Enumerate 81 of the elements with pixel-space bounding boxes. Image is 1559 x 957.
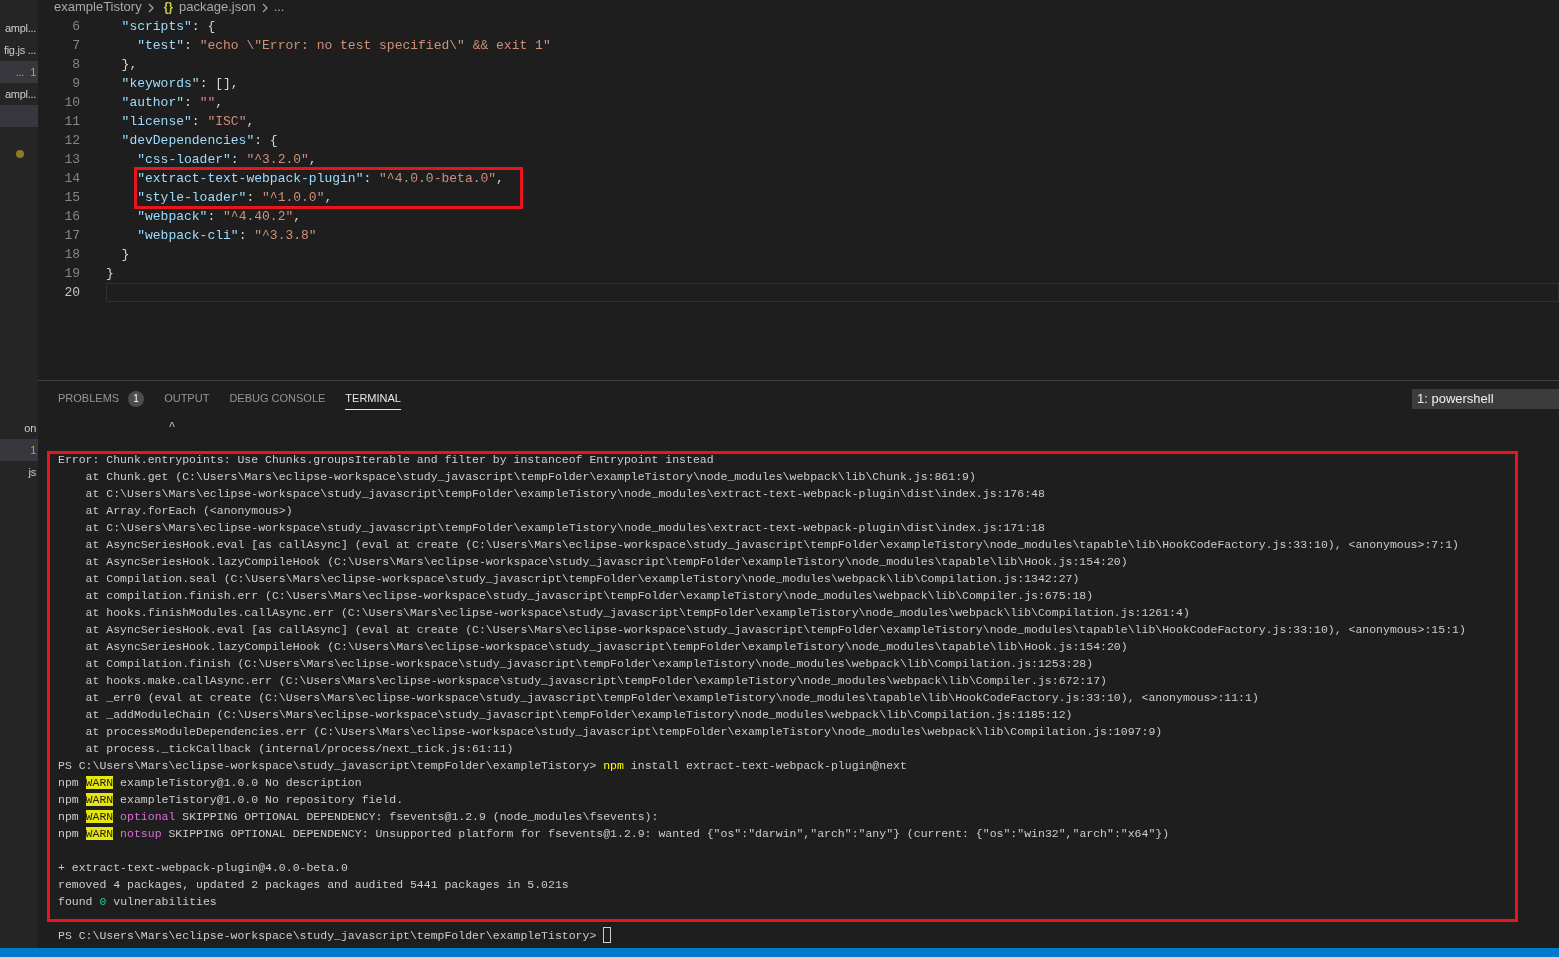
terminal-line: npm WARN notsup SKIPPING OPTIONAL DEPENDENCY: Unsupported platform for fsevents@1.2.9: wanted {"os":"darwin","arch":"any"} (current: {"os":"win32","arch":"x64"}): [58, 826, 1170, 842]
code-line: "test": "echo \"Error: no test specified\" && exit 1": [136, 37, 551, 55]
terminal-line: at hooks.make.callAsync.err (C:\Users\Mars\eclipse-workspace\study_javascript\tempFolder\exampleTistory\node_modules\webpack\lib\Compiler.js:672:17): [84, 673, 1107, 689]
terminal-line: npm WARN exampleTistory@1.0.0 No repository field.: [58, 792, 404, 808]
terminal-cursor: [603, 927, 612, 943]
breadcrumb-item[interactable]: exampleTistory: [54, 0, 142, 14]
line-number: 13: [63, 151, 80, 169]
terminal-line: found 0 vulnerabilities: [58, 894, 217, 910]
panel-tab[interactable]: DEBUG CONSOLE: [229, 388, 326, 410]
code-line: "license": "ISC",: [120, 113, 255, 131]
terminal-line: at hooks.finishModules.callAsync.err (C:\Users\Mars\eclipse-workspace\study_javascript\tempFolder\exampleTistory\node_modules\webpack\lib\Compilation.js:1261:4): [84, 605, 1190, 621]
line-number: 7: [71, 37, 80, 55]
code-line: "style-loader": "^1.0.0",: [136, 189, 333, 207]
line-number: 15: [63, 189, 80, 207]
code-line: "css-loader": "^3.2.0",: [136, 151, 317, 169]
line-number: 9: [71, 75, 80, 93]
chevron-right-icon: [261, 3, 268, 13]
line-number: 12: [63, 132, 80, 150]
line-number: 14: [63, 170, 80, 188]
terminal-line: Error: Chunk.entrypoints: Use Chunks.groupsIterable and filter by instanceof Entrypoint instead: [58, 452, 714, 468]
terminal-line: at _addModuleChain (C:\Users\Mars\eclipse-workspace\study_javascript\tempFolder\exampleTistory\node_modules\webpack\lib\Compilation.js:1185:12): [84, 707, 1073, 723]
line-number: 19: [63, 265, 80, 283]
line-number: 10: [63, 94, 80, 112]
terminal-line: at C:\Users\Mars\eclipse-workspace\study_javascript\tempFolder\exampleTistory\node_modules\extract-text-webpack-plugin\dist\index.js:176:48: [84, 486, 1045, 502]
line-number: 8: [71, 56, 80, 74]
line-number: 6: [71, 18, 80, 36]
terminal-line: PS C:\Users\Mars\eclipse-workspace\study_javascript\tempFolder\exampleTistory> npm install extract-text-webpack-plugin@next: [58, 758, 907, 774]
json-file-icon: {}: [163, 0, 173, 14]
code-line: "devDependencies": {: [120, 132, 278, 150]
code-line: "scripts": {: [120, 18, 216, 36]
breadcrumb-item[interactable]: package.json: [179, 0, 256, 14]
line-number: 18: [63, 246, 80, 264]
line-number: 16: [63, 208, 80, 226]
code-line: }: [120, 246, 130, 264]
terminal-line: at _err0 (eval at create (C:\Users\Mars\eclipse-workspace\study_javascript\tempFolder\exampleTistory\node_modules\tapable\lib\HookCodeFactory.js:33:10), <anonymous>:11:1): [84, 690, 1259, 706]
panel-tab[interactable]: OUTPUT: [164, 388, 210, 410]
terminal-line: npm WARN exampleTistory@1.0.0 No description: [58, 775, 362, 791]
line-number: 17: [63, 227, 80, 245]
explorer-item[interactable]: js: [0, 461, 38, 483]
terminal-line: at processModuleDependencies.err (C:\Users\Mars\eclipse-workspace\study_javascript\tempFolder\exampleTistory\node_modules\webpack\lib\Compilation.js:1097:9): [84, 724, 1163, 740]
panel-tab[interactable]: TERMINAL: [345, 388, 401, 410]
terminal-line: at C:\Users\Mars\eclipse-workspace\study_javascript\tempFolder\exampleTistory\node_modules\extract-text-webpack-plugin\dist\index.js:171:18: [84, 520, 1045, 536]
code-line: "extract-text-webpack-plugin": "^4.0.0-beta.0",: [136, 170, 504, 188]
modified-dot-icon: [16, 150, 24, 158]
terminal-line: npm WARN optional SKIPPING OPTIONAL DEPENDENCY: fsevents@1.2.9 (node_modules\fsevents):: [58, 809, 659, 825]
code-line: "webpack": "^4.40.2",: [136, 208, 302, 226]
terminal-line: PS C:\Users\Mars\eclipse-workspace\study_javascript\tempFolder\exampleTistory>: [58, 928, 598, 944]
explorer-item[interactable]: on: [0, 417, 38, 439]
terminal-line: at process._tickCallback (internal/process/next_tick.js:61:11): [84, 741, 514, 757]
terminal-line: at AsyncSeriesHook.eval [as callAsync] (eval at create (C:\Users\Mars\eclipse-workspace\study_javascript\tempFolder\exampleTistory\node_modules\tapable\lib\HookCodeFactory.js:33:10), <anonymous>:7:1): [84, 537, 1459, 553]
explorer-item[interactable]: [0, 105, 38, 127]
terminal-line: ^: [167, 418, 176, 434]
panel-tab[interactable]: PROBLEMS 1: [58, 388, 145, 410]
problem-count: 1: [30, 442, 36, 458]
file-name: on: [24, 420, 36, 436]
terminal-dropdown[interactable]: 1: powershell: [1412, 389, 1559, 409]
terminal-line: + extract-text-webpack-plugin@4.0.0-beta.0: [58, 860, 348, 876]
problem-count: 1: [30, 64, 36, 80]
code-line: }: [106, 265, 114, 283]
line-number: 20: [63, 284, 80, 302]
terminal-line: at AsyncSeriesHook.eval [as callAsync] (eval at create (C:\Users\Mars\eclipse-workspace\study_javascript\tempFolder\exampleTistory\node_modules\tapable\lib\HookCodeFactory.js:33:10), <anonymous>:15:1): [84, 622, 1466, 638]
code-line: "keywords": [],: [120, 75, 239, 93]
terminal-line: at AsyncSeriesHook.lazyCompileHook (C:\Users\Mars\eclipse-workspace\study_javascript\tempFolder\exampleTistory\node_modules\tapable\lib\Hook.js:154:20): [84, 554, 1128, 570]
code-line: "webpack-cli": "^3.3.8": [136, 227, 317, 245]
file-name: ...: [15, 64, 25, 80]
explorer-item[interactable]: ... 1: [0, 61, 38, 83]
explorer-item[interactable]: 1: [0, 439, 38, 461]
count-badge: 1: [128, 390, 145, 407]
code-line: "author": "",: [120, 94, 224, 112]
terminal-line: at Array.forEach (<anonymous>): [84, 503, 293, 519]
line-number: 11: [63, 113, 80, 131]
terminal-line: at compilation.finish.err (C:\Users\Mars\eclipse-workspace\study_javascript\tempFolder\exampleTistory\node_modules\webpack\lib\Compiler.js:675:18): [84, 588, 1094, 604]
file-name: js: [28, 464, 36, 480]
terminal-line: removed 4 packages, updated 2 packages and audited 5441 packages in 5.021s: [58, 877, 569, 893]
code-line: },: [120, 56, 138, 74]
chevron-right-icon: [147, 3, 154, 13]
terminal-line: at Compilation.seal (C:\Users\Mars\eclipse-workspace\study_javascript\tempFolder\exampleTistory\node_modules\webpack\lib\Compilation.js:1342:27): [84, 571, 1080, 587]
terminal-line: at Compilation.finish (C:\Users\Mars\eclipse-workspace\study_javascript\tempFolder\exampleTistory\node_modules\webpack\lib\Compilation.js:1253:28): [84, 656, 1094, 672]
terminal-line: at AsyncSeriesHook.lazyCompileHook (C:\Users\Mars\eclipse-workspace\study_javascript\tempFolder\exampleTistory\node_modules\tapable\lib\Hook.js:154:20): [84, 639, 1128, 655]
terminal-line: at Chunk.get (C:\Users\Mars\eclipse-workspace\study_javascript\tempFolder\exampleTistory\node_modules\webpack\lib\Chunk.js:861:9): [84, 469, 976, 485]
breadcrumb-item[interactable]: ...: [273, 0, 285, 14]
